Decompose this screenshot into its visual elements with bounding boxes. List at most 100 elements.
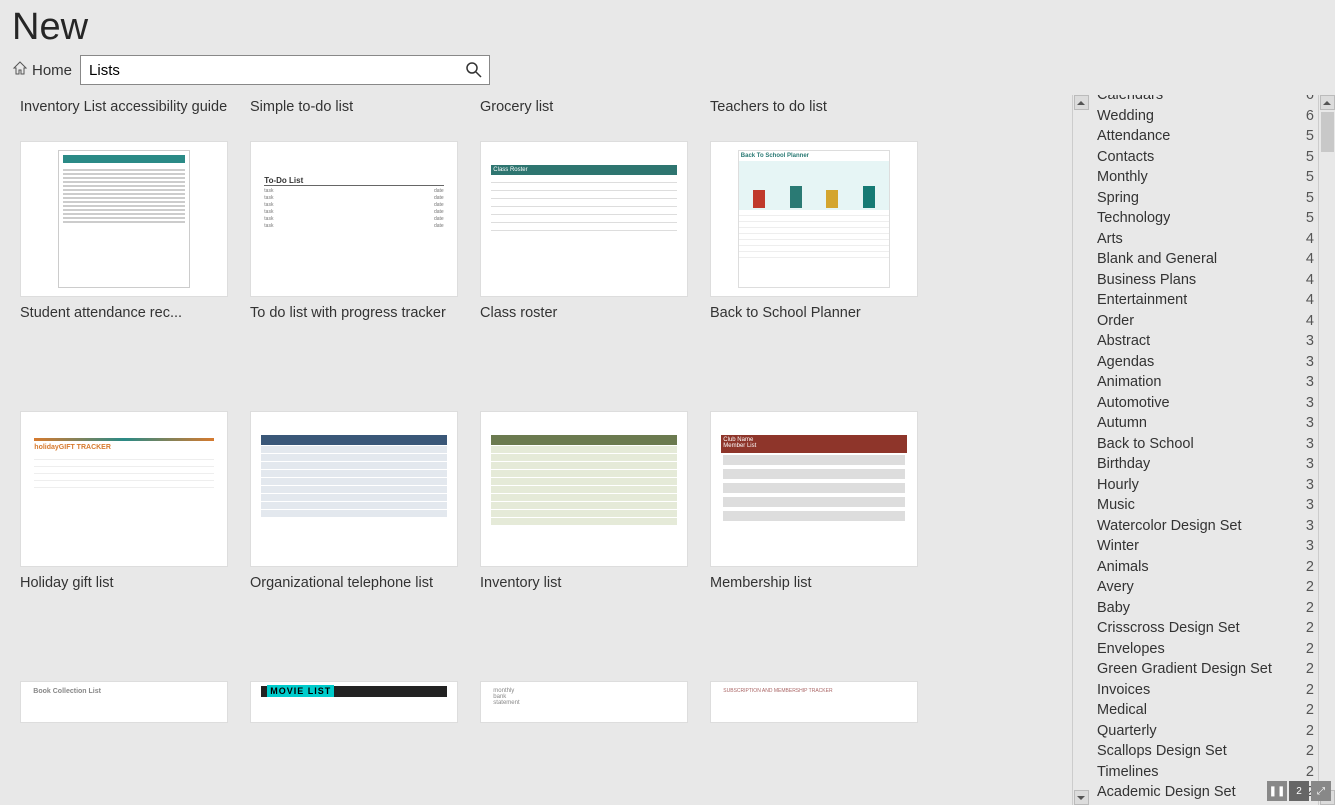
category-count: 4 bbox=[1300, 292, 1314, 308]
category-item[interactable]: Baby2 bbox=[1095, 598, 1316, 619]
template-title: Simple to-do list bbox=[250, 99, 458, 115]
category-count: 3 bbox=[1300, 538, 1314, 554]
scroll-down-button[interactable] bbox=[1074, 790, 1089, 805]
home-link[interactable]: Home bbox=[12, 60, 72, 80]
category-item[interactable]: Autumn3 bbox=[1095, 413, 1316, 434]
taskbar-pause-icon[interactable]: ❚❚ bbox=[1267, 781, 1287, 801]
template-card[interactable]: To-Do Listtaskdatetaskdatetaskdatetaskda… bbox=[250, 141, 458, 321]
category-item[interactable]: Invoices2 bbox=[1095, 680, 1316, 701]
search-icon[interactable] bbox=[465, 61, 483, 79]
category-item[interactable]: Animation3 bbox=[1095, 372, 1316, 393]
category-item[interactable]: Watercolor Design Set3 bbox=[1095, 516, 1316, 537]
scroll-up-button[interactable] bbox=[1074, 95, 1089, 110]
category-name: Business Plans bbox=[1097, 272, 1196, 288]
category-count: 2 bbox=[1300, 579, 1314, 595]
template-card[interactable]: Teachers to do list bbox=[710, 99, 918, 115]
category-item[interactable]: Arts4 bbox=[1095, 229, 1316, 250]
taskbar-expand-icon[interactable]: ⤢ bbox=[1311, 781, 1331, 801]
template-card[interactable]: Simple to-do list bbox=[250, 99, 458, 115]
category-item[interactable]: Business Plans4 bbox=[1095, 270, 1316, 291]
template-title: To do list with progress tracker bbox=[250, 297, 458, 321]
sidebar-scroll-up-button[interactable] bbox=[1320, 95, 1335, 110]
category-item[interactable]: Automotive3 bbox=[1095, 393, 1316, 414]
category-item[interactable]: Calendars6 bbox=[1095, 95, 1316, 106]
template-card[interactable]: Book Collection List bbox=[20, 681, 228, 723]
taskbar-count[interactable]: 2 bbox=[1289, 781, 1309, 801]
category-item[interactable]: Quarterly2 bbox=[1095, 721, 1316, 742]
sidebar-scrollbar[interactable] bbox=[1318, 95, 1335, 805]
template-card[interactable]: Inventory list bbox=[480, 411, 688, 591]
category-item[interactable]: Animals2 bbox=[1095, 557, 1316, 578]
template-title: Organizational telephone list bbox=[250, 567, 458, 591]
category-count: 3 bbox=[1300, 415, 1314, 431]
category-item[interactable]: Crisscross Design Set2 bbox=[1095, 618, 1316, 639]
category-item[interactable]: Scallops Design Set2 bbox=[1095, 741, 1316, 762]
category-item[interactable]: Wedding6 bbox=[1095, 106, 1316, 127]
category-count: 2 bbox=[1300, 743, 1314, 759]
category-count: 2 bbox=[1300, 764, 1314, 780]
template-card[interactable]: Class RosterClass roster bbox=[480, 141, 688, 321]
sidebar-scroll-thumb[interactable] bbox=[1321, 112, 1334, 152]
template-thumbnail bbox=[250, 411, 458, 567]
template-card[interactable]: MOVIE LIST bbox=[250, 681, 458, 723]
category-item[interactable]: Order4 bbox=[1095, 311, 1316, 332]
category-item[interactable]: Technology5 bbox=[1095, 208, 1316, 229]
category-name: Contacts bbox=[1097, 149, 1154, 165]
template-card[interactable]: Grocery list bbox=[480, 99, 688, 115]
category-name: Medical bbox=[1097, 702, 1147, 718]
category-item[interactable]: Agendas3 bbox=[1095, 352, 1316, 373]
template-card[interactable]: Student attendance rec... bbox=[20, 141, 228, 321]
category-name: Hourly bbox=[1097, 477, 1139, 493]
search-input[interactable] bbox=[81, 56, 489, 84]
template-thumbnail: SUBSCRIPTION AND MEMBERSHIP TRACKER bbox=[710, 681, 918, 723]
template-thumbnail: monthlybankstatement bbox=[480, 681, 688, 723]
category-count: 2 bbox=[1300, 620, 1314, 636]
template-card[interactable]: Inventory List accessibility guide bbox=[20, 99, 228, 115]
home-label: Home bbox=[32, 62, 72, 79]
category-item[interactable]: Timelines 2 bbox=[1095, 762, 1316, 783]
category-count: 3 bbox=[1300, 374, 1314, 390]
category-item[interactable]: Avery2 bbox=[1095, 577, 1316, 598]
category-item[interactable]: Green Gradient Design Set2 bbox=[1095, 659, 1316, 680]
template-card[interactable]: monthlybankstatement bbox=[480, 681, 688, 723]
category-name: Calendars bbox=[1097, 95, 1163, 103]
template-gallery: Inventory List accessibility guide Simple… bbox=[0, 95, 1072, 805]
category-item[interactable]: Medical2 bbox=[1095, 700, 1316, 721]
category-name: Order bbox=[1097, 313, 1134, 329]
category-item[interactable]: Envelopes2 bbox=[1095, 639, 1316, 660]
category-item[interactable]: Monthly5 bbox=[1095, 167, 1316, 188]
template-card[interactable]: SUBSCRIPTION AND MEMBERSHIP TRACKER bbox=[710, 681, 918, 723]
category-name: Timelines bbox=[1097, 764, 1159, 780]
search-box[interactable] bbox=[80, 55, 490, 85]
category-name: Animals bbox=[1097, 559, 1149, 575]
category-count: 2 bbox=[1300, 682, 1314, 698]
template-thumbnail: holidayGIFT TRACKER bbox=[20, 411, 228, 567]
category-name: Blank and General bbox=[1097, 251, 1217, 267]
category-count: 3 bbox=[1300, 354, 1314, 370]
category-item[interactable]: Birthday3 bbox=[1095, 454, 1316, 475]
category-item[interactable]: Attendance5 bbox=[1095, 126, 1316, 147]
template-title: Back to School Planner bbox=[710, 297, 918, 321]
category-item[interactable]: Entertainment4 bbox=[1095, 290, 1316, 311]
template-card[interactable]: Club NameMember ListMembership list bbox=[710, 411, 918, 591]
category-count: 2 bbox=[1300, 661, 1314, 677]
template-thumbnail: Club NameMember List bbox=[710, 411, 918, 567]
category-item[interactable]: Winter3 bbox=[1095, 536, 1316, 557]
template-card[interactable]: Organizational telephone list bbox=[250, 411, 458, 591]
gallery-scrollbar[interactable] bbox=[1072, 95, 1089, 805]
template-title: Membership list bbox=[710, 567, 918, 591]
template-card[interactable]: holidayGIFT TRACKERHoliday gift list bbox=[20, 411, 228, 591]
category-item[interactable]: Hourly3 bbox=[1095, 475, 1316, 496]
category-item[interactable]: Music3 bbox=[1095, 495, 1316, 516]
template-title: Class roster bbox=[480, 297, 688, 321]
category-name: Attendance bbox=[1097, 128, 1170, 144]
category-count: 5 bbox=[1300, 169, 1314, 185]
category-item[interactable]: Back to School3 bbox=[1095, 434, 1316, 455]
category-count: 4 bbox=[1300, 251, 1314, 267]
category-item[interactable]: Blank and General 4 bbox=[1095, 249, 1316, 270]
category-item[interactable]: Abstract3 bbox=[1095, 331, 1316, 352]
template-card[interactable]: Back To School PlannerBack to School Pla… bbox=[710, 141, 918, 321]
category-item[interactable]: Contacts5 bbox=[1095, 147, 1316, 168]
category-count: 3 bbox=[1300, 436, 1314, 452]
category-item[interactable]: Spring5 bbox=[1095, 188, 1316, 209]
